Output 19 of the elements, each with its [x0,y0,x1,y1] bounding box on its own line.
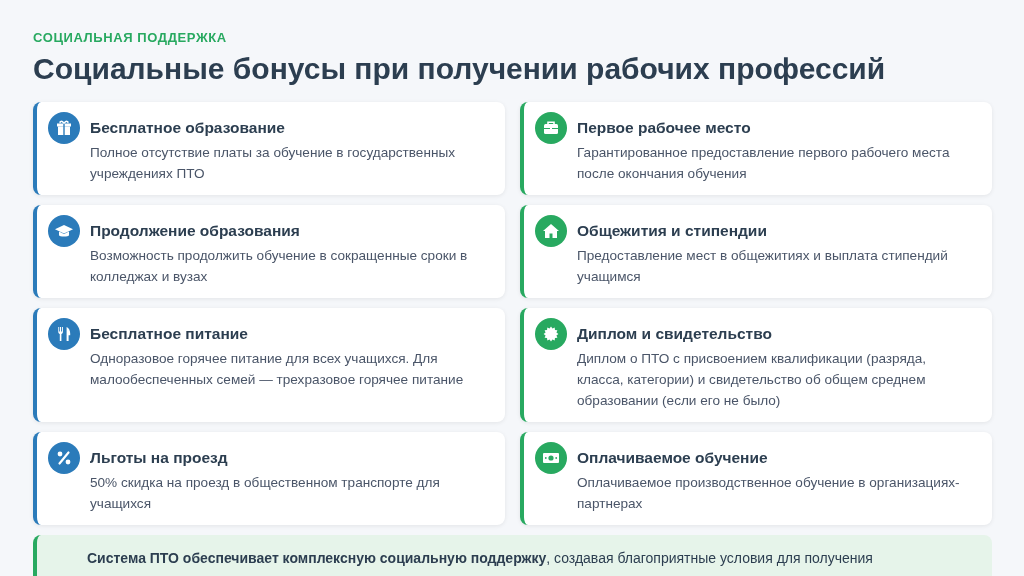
card-description: Одноразовое горячее питание для всех учащихся. Для малообеспеченных семей — трехразовое горячее питание [90,350,465,389]
card-description: Предоставление мест в общежитиях и выплата стипендий учащимся [577,247,949,286]
card-description: Гарантированное предоставление первого рабочего места после окончания обучения [577,144,951,183]
card-title: Оплачиваемое обучение [577,448,769,468]
card-title: Диплом и свидетельство [577,324,773,344]
card-description: Диплом о ПТО с присвоением квалификации (разряда, класса, категории) и свидетельство об общем среднем образовании (если его не было) [577,350,928,410]
card-description: Оплачиваемое производственное обучение в организациях-партнерах [577,474,961,513]
card-title: Бесплатное питание [90,324,249,344]
card-description: Полное отсутствие платы за обучение в государственных учреждениях ПТО [90,144,456,183]
card-title: Льготы на проезд [90,448,229,468]
card-description: Возможность продолжить обучение в сокращенные сроки в колледжах и вузах [90,247,469,286]
card-title: Общежития и стипендии [577,221,768,241]
card-description: 50% скидка на проезд в общественном транспорте для учащихся [90,474,441,513]
card-title: Бесплатное образование [90,118,286,138]
section-label: СОЦИАЛЬНАЯ ПОДДЕРЖКА [33,30,228,46]
card-title: Первое рабочее место [577,118,752,138]
card-title: Продолжение образования [90,221,301,241]
summary-text: Система ПТО обеспечивает комплексную социальную поддержку, создавая благоприятные условия для получения [87,549,874,568]
page-title: Социальные бонусы при получении рабочих профессий [33,51,887,87]
